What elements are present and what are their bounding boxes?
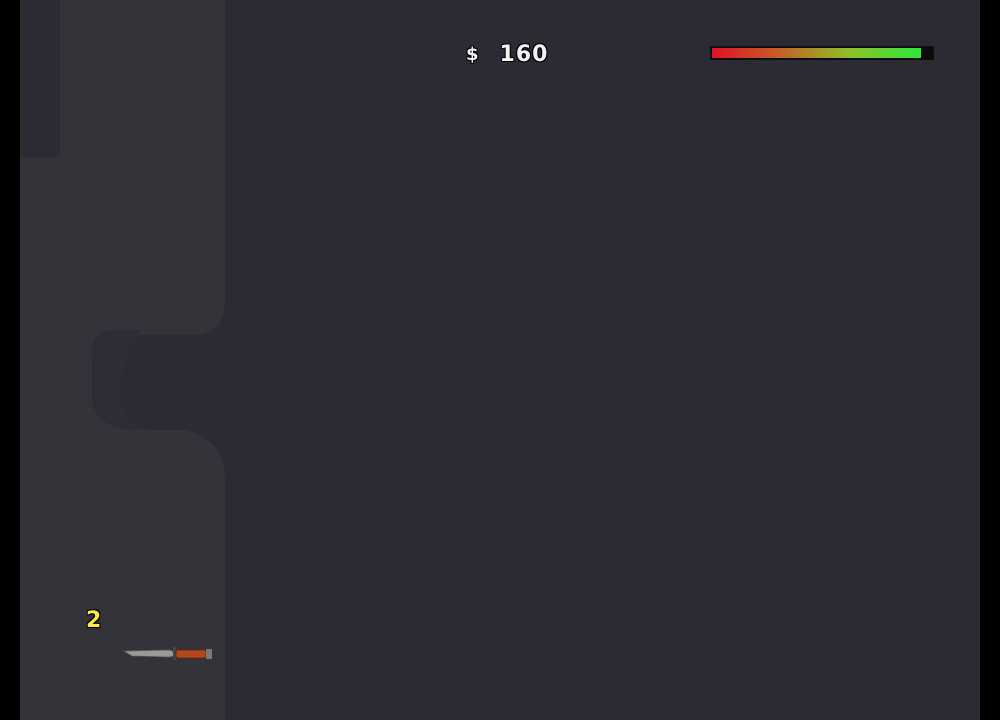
money-display: $ 160 [466, 40, 548, 68]
terrain-shadow-notch [92, 330, 150, 430]
knife-pommel [206, 649, 212, 659]
game-viewport[interactable]: $ 160 2 [20, 0, 980, 720]
money-amount: 160 [499, 41, 549, 67]
knife-guard [173, 647, 176, 660]
health-bar-fill [712, 48, 921, 58]
currency-symbol: $ [466, 43, 480, 65]
ammo-count: 2 [86, 608, 102, 633]
terrain-wall [20, 0, 225, 720]
knife-handle [175, 649, 207, 659]
terrain-shadow-top [20, 0, 60, 158]
knife-blade [122, 649, 175, 658]
combat-knife-icon [122, 647, 212, 660]
health-bar [710, 46, 934, 60]
